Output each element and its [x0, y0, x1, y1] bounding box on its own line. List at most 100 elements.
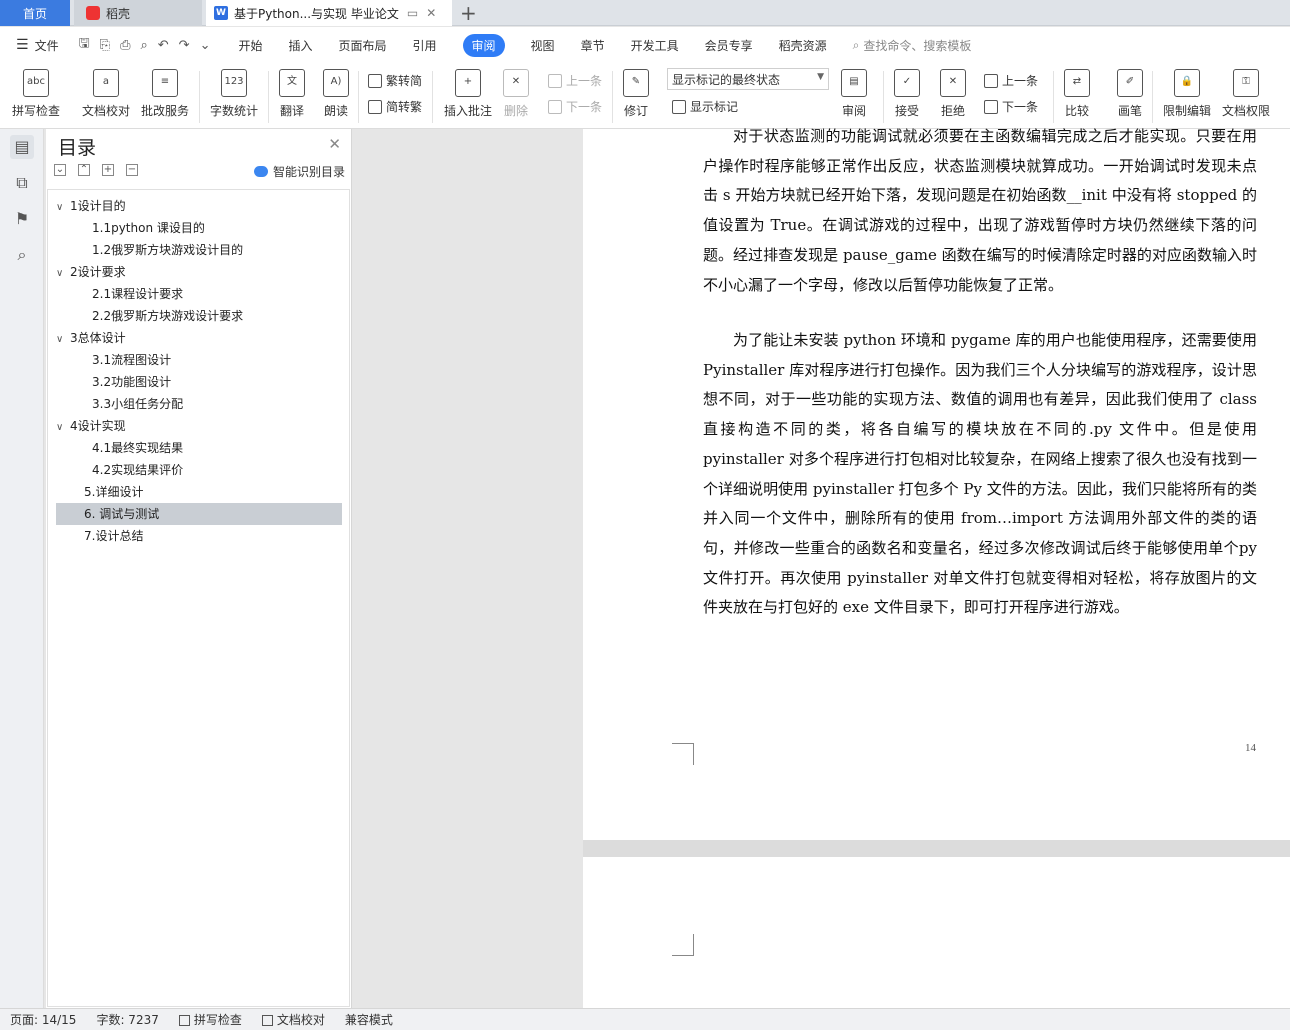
next-comment-button[interactable]: 下一条 — [548, 98, 602, 115]
read-aloud-label: 朗读 — [323, 104, 348, 118]
command-search[interactable]: ⌕ 查找命令、搜索模板 — [853, 37, 972, 54]
close-tab-icon[interactable]: ✕ — [426, 6, 436, 20]
tab-document[interactable]: W 基于Python...与实现 毕业论文 ▭ ✕ — [206, 0, 452, 26]
save-icon[interactable]: 🖫 — [79, 34, 90, 56]
traditional-to-simplified-button[interactable]: 繁转简 — [368, 72, 422, 89]
menu-member[interactable]: 会员专享 — [705, 37, 753, 54]
toc-item[interactable]: ∨ 1设计目的 — [56, 195, 342, 217]
print-icon[interactable]: ⎙ — [120, 38, 130, 53]
track-changes-label: 修订 — [623, 104, 648, 118]
document-permission-button[interactable]: ⚿ 文档权限 — [1222, 69, 1270, 119]
close-icon[interactable]: ✕ — [328, 135, 341, 153]
status-bar: 页面: 14/15 字数: 7237 拼写检查 文档校对 兼容模式 — [0, 1008, 1290, 1030]
tab-daoke[interactable]: 稻壳 — [74, 0, 202, 26]
bookmark-icon[interactable]: ⚑ — [10, 207, 34, 231]
spell-check-status[interactable]: 拼写检查 — [178, 1011, 242, 1028]
toc-item-label: 2.1课程设计要求 — [92, 287, 184, 301]
toc-item[interactable]: 2.2俄罗斯方块游戏设计要求 — [92, 305, 342, 327]
toc-item[interactable]: 1.1python 课设目的 — [92, 217, 342, 239]
document-proof-button[interactable]: a 文档校对 — [82, 69, 130, 119]
command-search-placeholder: 查找命令、搜索模板 — [863, 38, 972, 53]
next-comment-label: 下一条 — [566, 100, 603, 114]
menu-review[interactable]: 审阅 — [462, 33, 505, 57]
insert-comment-label: 插入批注 — [444, 104, 493, 118]
chevron-down-icon[interactable]: ∨ — [56, 329, 70, 351]
markup-display-select[interactable]: 显示标记的最终状态 ▼ — [667, 68, 829, 90]
menu-view[interactable]: 视图 — [531, 37, 555, 54]
chevron-down-icon[interactable]: ∨ — [56, 263, 70, 285]
menu-insert[interactable]: 插入 — [288, 37, 312, 54]
toc-item[interactable]: ∨ 4设计实现 — [56, 415, 342, 437]
word-count-indicator[interactable]: 字数: 7237 — [96, 1011, 158, 1028]
toc-item[interactable]: 3.2功能图设计 — [92, 371, 342, 393]
prev-comment-button[interactable]: 上一条 — [548, 72, 602, 89]
prev-change-button[interactable]: 上一条 — [984, 72, 1038, 89]
spell-check-button[interactable]: abc 拼写检查 — [12, 69, 60, 119]
restrict-editing-button[interactable]: 🔒 限制编辑 — [1163, 69, 1211, 119]
remove-heading-icon[interactable]: − — [126, 164, 138, 176]
accept-button[interactable]: ✓ 接受 — [894, 69, 920, 119]
menu-developer[interactable]: 开发工具 — [631, 37, 679, 54]
file-menu[interactable]: ☰ 文件 — [16, 37, 59, 54]
export-pdf-icon[interactable]: ⎘ — [100, 38, 110, 53]
reject-button[interactable]: ✕ 拒绝 — [940, 69, 966, 119]
pen-button[interactable]: ✐ 画笔 — [1117, 69, 1143, 119]
read-aloud-button[interactable]: A) 朗读 — [323, 69, 349, 119]
add-heading-icon[interactable]: + — [102, 164, 114, 176]
toc-panel-icon[interactable]: ▤ — [10, 135, 34, 159]
review-pane-button[interactable]: ▤ 审阅 — [841, 69, 867, 119]
expand-all-icon[interactable]: ⌃ — [78, 164, 90, 176]
menu-references[interactable]: 引用 — [413, 37, 437, 54]
toc-item[interactable]: 1.2俄罗斯方块游戏设计目的 — [92, 239, 342, 261]
dropdown-arrow-icon: ▼ — [817, 72, 824, 82]
chevron-down-icon[interactable]: ∨ — [56, 197, 70, 219]
new-tab-button[interactable]: + — [460, 1, 477, 25]
toc-item-label: 1.1python 课设目的 — [92, 221, 205, 235]
pin-icon[interactable]: ▭ — [407, 6, 418, 20]
insert-comment-button[interactable]: + 插入批注 — [444, 69, 492, 119]
toc-item[interactable]: 4.2实现结果评价 — [92, 459, 342, 481]
customize-chevron-icon[interactable]: ⌄ — [200, 38, 211, 53]
translate-button[interactable]: 文翻译 — [279, 69, 305, 119]
document-page[interactable]: 对于状态监测的功能调试就必须要在主函数编辑完成之后才能实现。只要在用户操作时程序… — [583, 127, 1290, 840]
show-markup-button[interactable]: 显示标记 — [672, 98, 738, 115]
toc-item[interactable]: 4.1最终实现结果 — [92, 437, 342, 459]
toc-item[interactable]: 3.1流程图设计 — [92, 349, 342, 371]
toc-item[interactable]: 6. 调试与测试 — [56, 503, 342, 525]
proof-status[interactable]: 文档校对 — [261, 1011, 325, 1028]
delete-comment-button[interactable]: ✕ 删除 — [503, 69, 529, 119]
toc-item[interactable]: 2.1课程设计要求 — [92, 283, 342, 305]
next-change-button[interactable]: 下一条 — [984, 98, 1038, 115]
menu-start[interactable]: 开始 — [238, 37, 262, 54]
document-page-next[interactable] — [583, 857, 1290, 1008]
toc-item[interactable]: 3.3小组任务分配 — [92, 393, 342, 415]
word-count-button[interactable]: 123 字数统计 — [210, 69, 258, 119]
body-paragraph[interactable]: 为了能让未安装 python 环境和 pygame 库的用户也能使用程序，还需要… — [703, 326, 1257, 623]
chevron-down-icon[interactable]: ∨ — [56, 417, 70, 439]
compat-mode-indicator: 兼容模式 — [344, 1013, 393, 1027]
toc-item[interactable]: ∨ 2设计要求 — [56, 261, 342, 283]
smart-toc-button[interactable]: 智能识别目录 — [253, 163, 345, 180]
search-panel-icon[interactable]: ⌕ — [10, 243, 34, 267]
body-paragraph[interactable]: 对于状态监测的功能调试就必须要在主函数编辑完成之后才能实现。只要在用户操作时程序… — [703, 122, 1257, 300]
show-markup-icon — [672, 99, 686, 114]
chapter-panel-icon[interactable]: ⧉ — [10, 171, 34, 195]
page-indicator[interactable]: 页面: 14/15 — [10, 1011, 76, 1028]
tab-home[interactable]: 首页 — [0, 0, 70, 26]
simplified-to-traditional-button[interactable]: 简转繁 — [368, 98, 422, 115]
menu-daoke[interactable]: 稻壳资源 — [779, 37, 827, 54]
toc-item[interactable]: 7.设计总结 — [56, 525, 342, 547]
redo-icon[interactable]: ↷ — [179, 38, 190, 53]
toc-item[interactable]: 5.详细设计 — [56, 481, 342, 503]
compare-button[interactable]: ⇄ 比较 — [1064, 69, 1090, 119]
track-changes-button[interactable]: ✎ 修订 — [623, 69, 649, 119]
collapse-all-icon[interactable]: ⌄ — [54, 164, 66, 176]
menu-chapter[interactable]: 章节 — [581, 37, 605, 54]
correction-service-button[interactable]: ≡ 批改服务 — [141, 69, 189, 119]
undo-icon[interactable]: ↶ — [158, 38, 169, 53]
toc-item[interactable]: ∨ 3总体设计 — [56, 327, 342, 349]
print-preview-icon[interactable]: ⌕ — [140, 38, 147, 53]
word-count-label: 字数统计 — [210, 104, 259, 118]
prev-change-label: 上一条 — [1002, 74, 1039, 88]
menu-layout[interactable]: 页面布局 — [339, 37, 387, 54]
